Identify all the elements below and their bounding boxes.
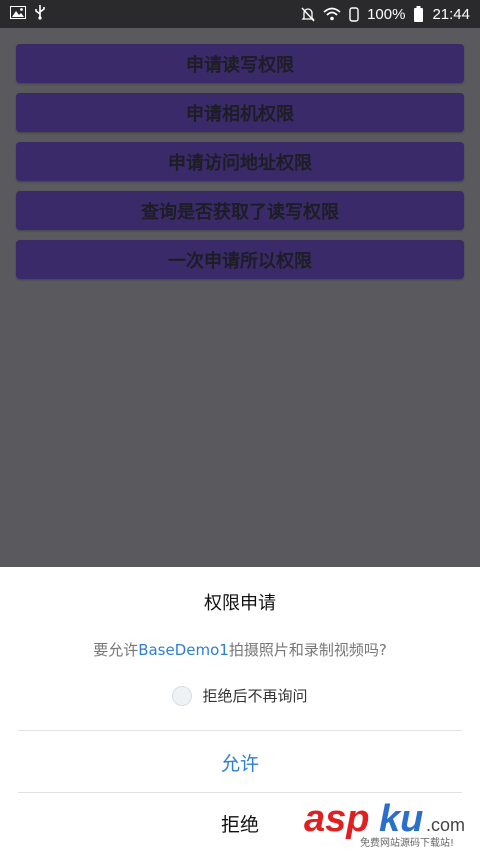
- watermark-tagline: 免费网站源码下载站!: [360, 836, 454, 849]
- status-bar: 100% 21:44: [0, 0, 480, 28]
- dialog-message-prefix: 要允许: [93, 641, 139, 659]
- watermark-brand-b: ku: [379, 798, 423, 840]
- watermark-brand-a: asp: [304, 798, 369, 840]
- site-watermark: asp ku .com 免费网站源码下载站!: [302, 797, 474, 849]
- dont-ask-again-label: 拒绝后不再询问: [202, 687, 308, 705]
- dialog-app-name: BaseDemo1: [138, 641, 229, 659]
- request-all-permissions-button[interactable]: 一次申请所以权限: [16, 240, 464, 279]
- phone-icon: [349, 6, 359, 22]
- clock: 21:44: [432, 5, 470, 23]
- dialog-title: 权限申请: [204, 593, 276, 614]
- image-icon: [10, 5, 26, 23]
- dialog-message: 要允许BaseDemo1拍摄照片和录制视频吗?: [0, 639, 480, 660]
- divider: [18, 730, 462, 731]
- app-content: 申请读写权限 申请相机权限 申请访问地址权限 查询是否获取了读写权限 一次申请所…: [0, 28, 480, 567]
- allow-button[interactable]: 允许: [0, 732, 480, 792]
- dont-ask-again-checkbox[interactable]: [172, 685, 193, 706]
- battery-percent: 100%: [367, 5, 406, 23]
- request-storage-permission-button[interactable]: 申请读写权限: [16, 44, 464, 83]
- dont-ask-again-option[interactable]: 拒绝后不再询问: [0, 685, 480, 706]
- dialog-message-suffix: 拍摄照片和录制视频吗?: [228, 641, 387, 659]
- battery-icon: [413, 6, 424, 22]
- request-camera-permission-button[interactable]: 申请相机权限: [16, 93, 464, 132]
- usb-icon: [34, 4, 46, 24]
- watermark-brand-c: .com: [426, 815, 465, 835]
- check-storage-permission-button[interactable]: 查询是否获取了读写权限: [16, 191, 464, 230]
- mute-icon: [301, 7, 315, 22]
- request-location-permission-button[interactable]: 申请访问地址权限: [16, 142, 464, 181]
- wifi-icon: [323, 7, 341, 21]
